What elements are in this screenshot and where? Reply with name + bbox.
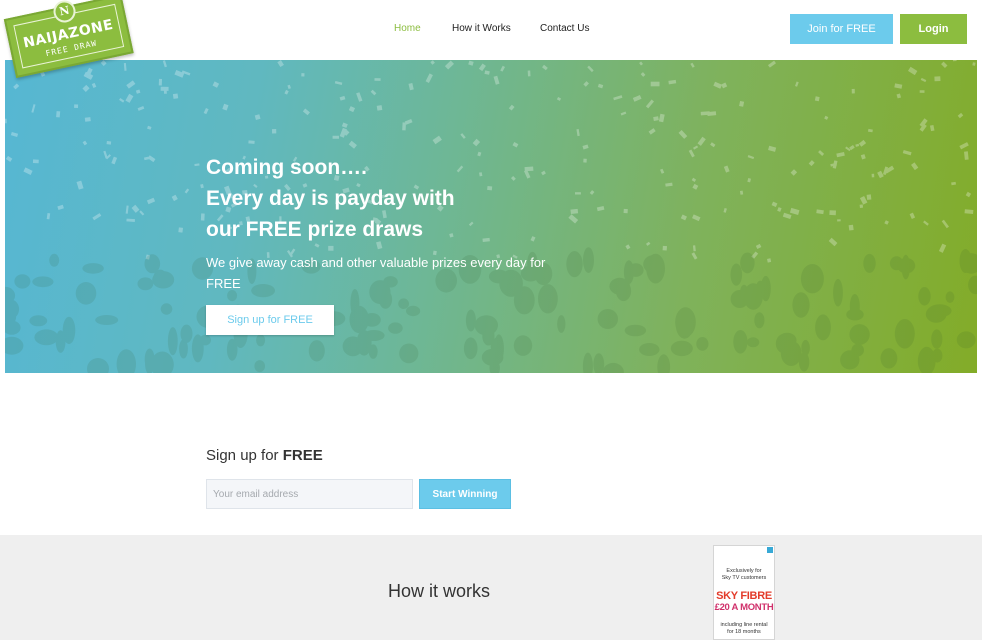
hero-title-line: Coming soon…. (206, 156, 367, 179)
hero-title-line: Every day is payday with (206, 187, 455, 210)
hero-title: Coming soon…. Every day is payday with o… (206, 152, 526, 245)
how-it-works-section: How it works (0, 535, 982, 640)
email-input[interactable] (206, 479, 413, 509)
ad-choices-icon[interactable] (767, 547, 773, 553)
logo-ticket: N NAIJAZONE FREE DRAW (3, 0, 134, 78)
hero-subtitle: We give away cash and other valuable pri… (206, 255, 546, 291)
join-free-button[interactable]: Join for FREE (790, 14, 893, 44)
ad-headline: SKY FIBRE (716, 590, 772, 602)
signup-heading: Sign up for FREE (206, 447, 323, 464)
ad-text: Exclusively for (726, 568, 762, 574)
site-header: N NAIJAZONE FREE DRAW Home How it Works … (0, 0, 982, 78)
signup-heading-bold: FREE (282, 447, 323, 464)
hero-signup-button[interactable]: Sign up for FREE (206, 305, 334, 335)
ad-text: including line rental (720, 622, 768, 628)
nav-how-it-works[interactable]: How it Works (452, 22, 511, 36)
nav-home[interactable]: Home (394, 22, 421, 36)
hero-banner: Coming soon…. Every day is payday with o… (5, 60, 977, 373)
nav-contact-us[interactable]: Contact Us (540, 22, 589, 36)
ad-text: Sky TV customers (721, 575, 767, 581)
sky-fibre-ad[interactable]: Exclusively for Sky TV customers SKY FIB… (713, 545, 775, 640)
ad-price: £20 A MONTH (714, 602, 774, 613)
ad-text: for 18 months (727, 629, 761, 635)
start-winning-button[interactable]: Start Winning (419, 479, 511, 509)
login-button[interactable]: Login (900, 14, 967, 44)
signup-heading-text: Sign up for (206, 447, 283, 464)
hero-title-line: our FREE prize draws (206, 218, 424, 241)
how-it-works-title: How it works (388, 581, 491, 601)
